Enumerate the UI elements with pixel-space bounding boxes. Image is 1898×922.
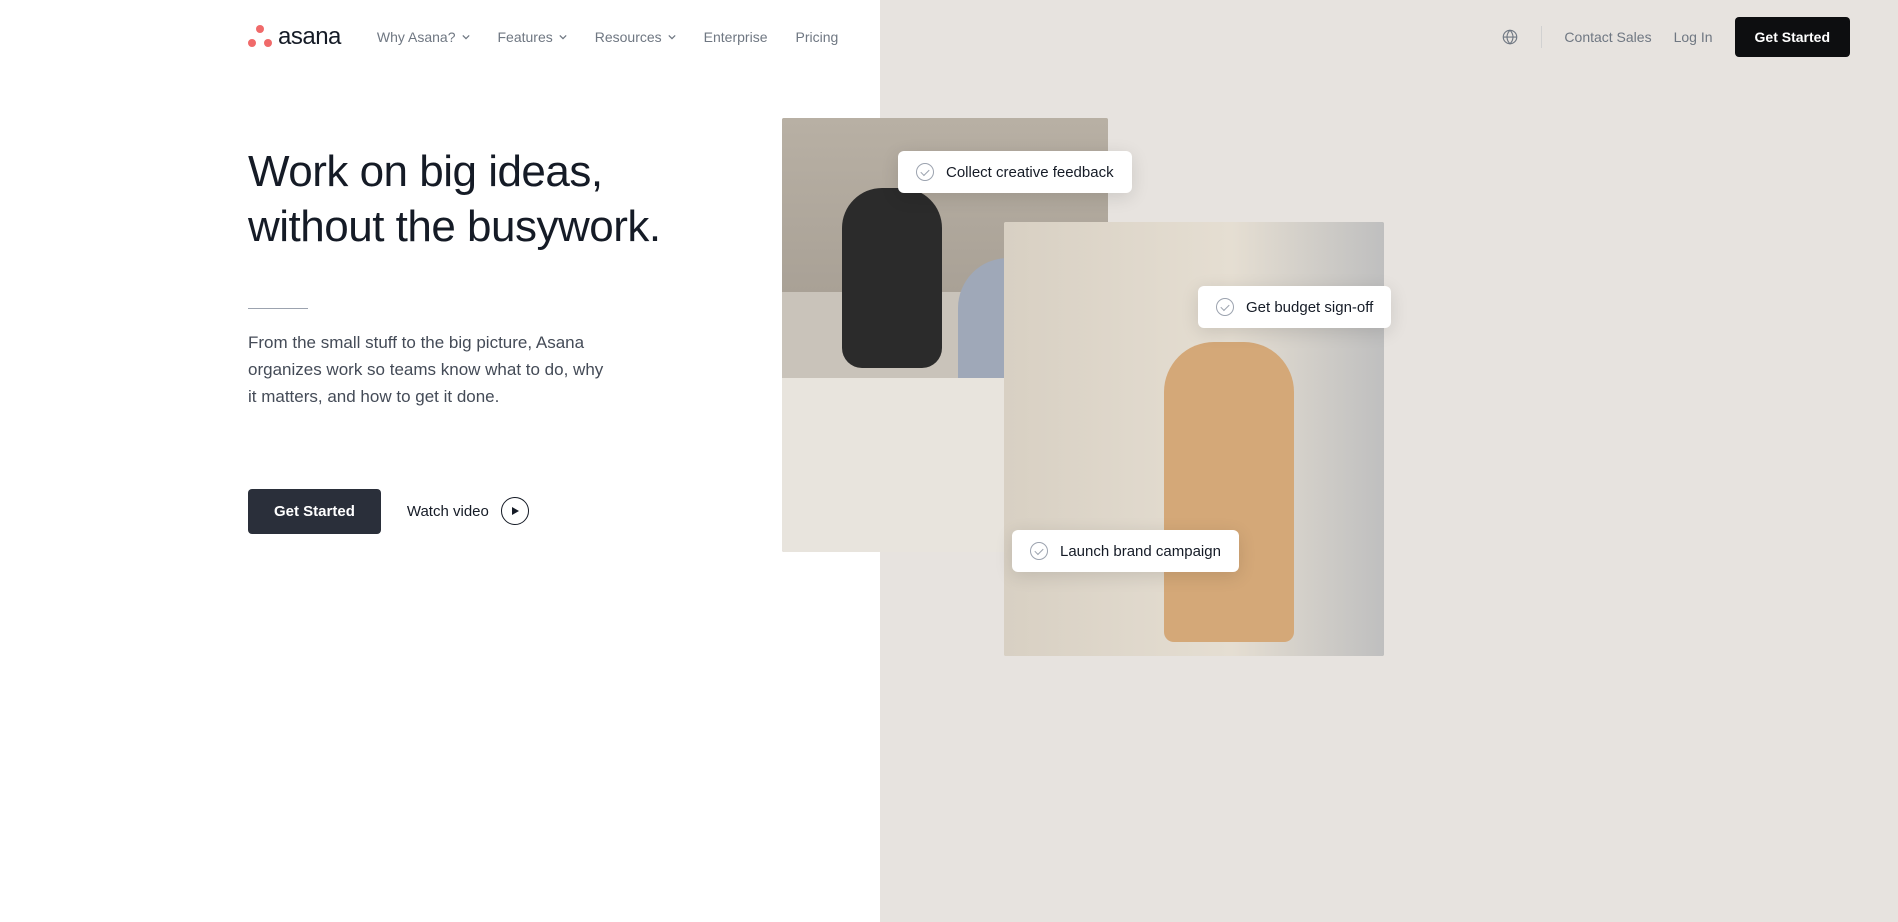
logo-text: asana (278, 23, 341, 51)
hero-copy: Work on big ideas, without the busywork.… (248, 144, 728, 534)
chevron-down-icon (668, 33, 676, 41)
headline-line: Work on big ideas, (248, 147, 603, 196)
nav-item-pricing[interactable]: Pricing (795, 29, 838, 45)
divider (248, 308, 308, 309)
play-icon (501, 497, 529, 525)
hero-subhead: From the small stuff to the big picture,… (248, 329, 608, 411)
get-started-nav-button[interactable]: Get Started (1735, 17, 1850, 57)
chip-label: Launch brand campaign (1060, 543, 1221, 560)
hero-headline: Work on big ideas, without the busywork. (248, 144, 728, 254)
login-link[interactable]: Log In (1674, 29, 1713, 45)
watch-video-label: Watch video (407, 503, 489, 520)
cta-row: Get Started Watch video (248, 489, 728, 534)
chevron-down-icon (559, 33, 567, 41)
check-circle-icon (1030, 542, 1048, 560)
nav-label: Pricing (795, 29, 838, 45)
nav-item-why[interactable]: Why Asana? (377, 29, 470, 45)
nav-label: Resources (595, 29, 662, 45)
nav-item-enterprise[interactable]: Enterprise (704, 29, 768, 45)
globe-icon[interactable] (1501, 28, 1519, 46)
nav-item-features[interactable]: Features (498, 29, 567, 45)
nav-menu: Why Asana? Features Resources Enterprise… (377, 29, 838, 45)
top-nav: asana Why Asana? Features Resources Ente… (0, 0, 1898, 74)
contact-sales-link[interactable]: Contact Sales (1564, 29, 1651, 45)
nav-label: Enterprise (704, 29, 768, 45)
check-circle-icon (1216, 298, 1234, 316)
hero-image-stage (782, 118, 1402, 678)
nav-right: Contact Sales Log In Get Started (1501, 17, 1850, 57)
watch-video-button[interactable]: Watch video (407, 497, 529, 525)
task-chip-budget: Get budget sign-off (1198, 286, 1391, 328)
logo[interactable]: asana (248, 23, 341, 51)
headline-line: without the busywork. (248, 202, 661, 251)
divider (1541, 26, 1542, 48)
nav-label: Why Asana? (377, 29, 456, 45)
nav-item-resources[interactable]: Resources (595, 29, 676, 45)
chip-label: Collect creative feedback (946, 164, 1114, 181)
nav-label: Features (498, 29, 553, 45)
check-circle-icon (916, 163, 934, 181)
get-started-hero-button[interactable]: Get Started (248, 489, 381, 534)
chip-label: Get budget sign-off (1246, 299, 1373, 316)
logo-icon (248, 25, 272, 49)
task-chip-launch: Launch brand campaign (1012, 530, 1239, 572)
task-chip-feedback: Collect creative feedback (898, 151, 1132, 193)
chevron-down-icon (462, 33, 470, 41)
